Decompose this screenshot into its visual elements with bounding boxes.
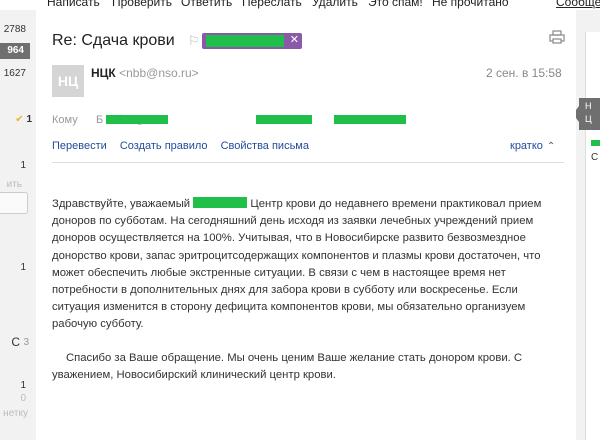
side-tag[interactable]: Н Ц: [576, 98, 600, 130]
message-actions: Перевести Создать правило Свойства письм…: [52, 140, 319, 152]
sidebar-text: ить: [6, 179, 22, 190]
side-tag-text: Н: [585, 101, 592, 111]
folder-count: 1627: [3, 68, 26, 79]
folder-count: 0: [20, 393, 26, 404]
redaction-bar: [256, 115, 312, 124]
message-subject: Re: Сдача крови: [52, 32, 175, 49]
mark-unread-button[interactable]: Не прочитано: [432, 0, 509, 9]
folder-count: 3: [23, 337, 29, 348]
side-panel: [585, 32, 600, 440]
right-panel: Н Ц С: [576, 10, 600, 440]
redaction-bar: [106, 115, 168, 124]
tag-arrow: [576, 106, 579, 122]
folder-count: 1: [20, 160, 26, 171]
folder-count: ✔ 1: [15, 114, 32, 125]
body-paragraph: Здравствуйте, уважаемый Центр крови до н…: [52, 196, 567, 334]
redaction-bar: [591, 140, 600, 146]
forward-button[interactable]: Переслать: [242, 0, 302, 9]
folder-count: 1: [20, 262, 26, 273]
folder-count: 1: [20, 380, 26, 391]
message-date: 2 сен. в 15:58: [486, 66, 562, 80]
redaction-bar: [334, 115, 406, 124]
brief-label: кратко: [510, 140, 543, 152]
reply-button[interactable]: Ответить: [181, 0, 232, 9]
folder-count: 964: [7, 45, 24, 56]
side-tag-text: Ц: [585, 114, 592, 124]
toolbar: Написать Проверить Ответить Переслать Уд…: [0, 0, 600, 10]
delete-button[interactable]: Удалить: [312, 0, 358, 9]
divider: [52, 162, 564, 163]
folder-label[interactable]: С: [11, 335, 20, 349]
to-label: Кому: [52, 114, 78, 126]
redaction-bar: [206, 35, 284, 47]
message-properties-link[interactable]: Свойства письма: [221, 140, 309, 152]
sender-email: <nbb@nso.ru>: [119, 66, 199, 80]
redaction-bar: [193, 197, 248, 208]
checkmark-icon: ✔: [15, 114, 24, 125]
folder-sidebar: 2788 964 1627 ✔ 1 1 ить 1 С 3 1 0 нетку: [0, 10, 36, 440]
message-body: Здравствуйте, уважаемый Центр крови до н…: [52, 196, 567, 400]
sender[interactable]: НЦК <nbb@nso.ru>: [91, 66, 199, 80]
check-button[interactable]: Проверить: [112, 0, 172, 9]
recipient[interactable]: Б К й < @ >: [96, 114, 406, 126]
body-text: Здравствуйте, уважаемый: [52, 198, 191, 210]
sender-name: НЦК: [91, 66, 116, 80]
sidebar-button[interactable]: [0, 192, 28, 214]
folder-count: 2788: [3, 24, 26, 35]
flag-icon[interactable]: ⚐: [188, 33, 200, 49]
brief-toggle[interactable]: кратко ⌃: [510, 140, 555, 152]
spam-button[interactable]: Это спам!: [368, 0, 423, 9]
side-text: С: [591, 152, 599, 163]
create-rule-link[interactable]: Создать правило: [120, 140, 208, 152]
toolbar-right-link[interactable]: Сообщени: [556, 0, 600, 9]
folder-item-selected[interactable]: 964: [0, 43, 30, 59]
avatar: НЦ: [52, 65, 84, 97]
message-label-tag[interactable]: ✕: [202, 33, 302, 49]
sidebar-link[interactable]: нетку: [3, 408, 28, 419]
compose-button[interactable]: Написать: [47, 0, 100, 9]
body-text: Центр крови до недавнего времени практик…: [52, 198, 542, 331]
close-icon[interactable]: ✕: [290, 33, 299, 46]
body-paragraph: Спасибо за Ваше обращение. Мы очень цени…: [52, 351, 523, 381]
message-panel: Re: Сдача крови ⚐ ✕ НЦ НЦК <nbb@nso.ru> …: [36, 10, 576, 440]
chevron-up-icon: ⌃: [546, 141, 556, 152]
print-icon[interactable]: [549, 30, 565, 44]
translate-link[interactable]: Перевести: [52, 140, 107, 152]
